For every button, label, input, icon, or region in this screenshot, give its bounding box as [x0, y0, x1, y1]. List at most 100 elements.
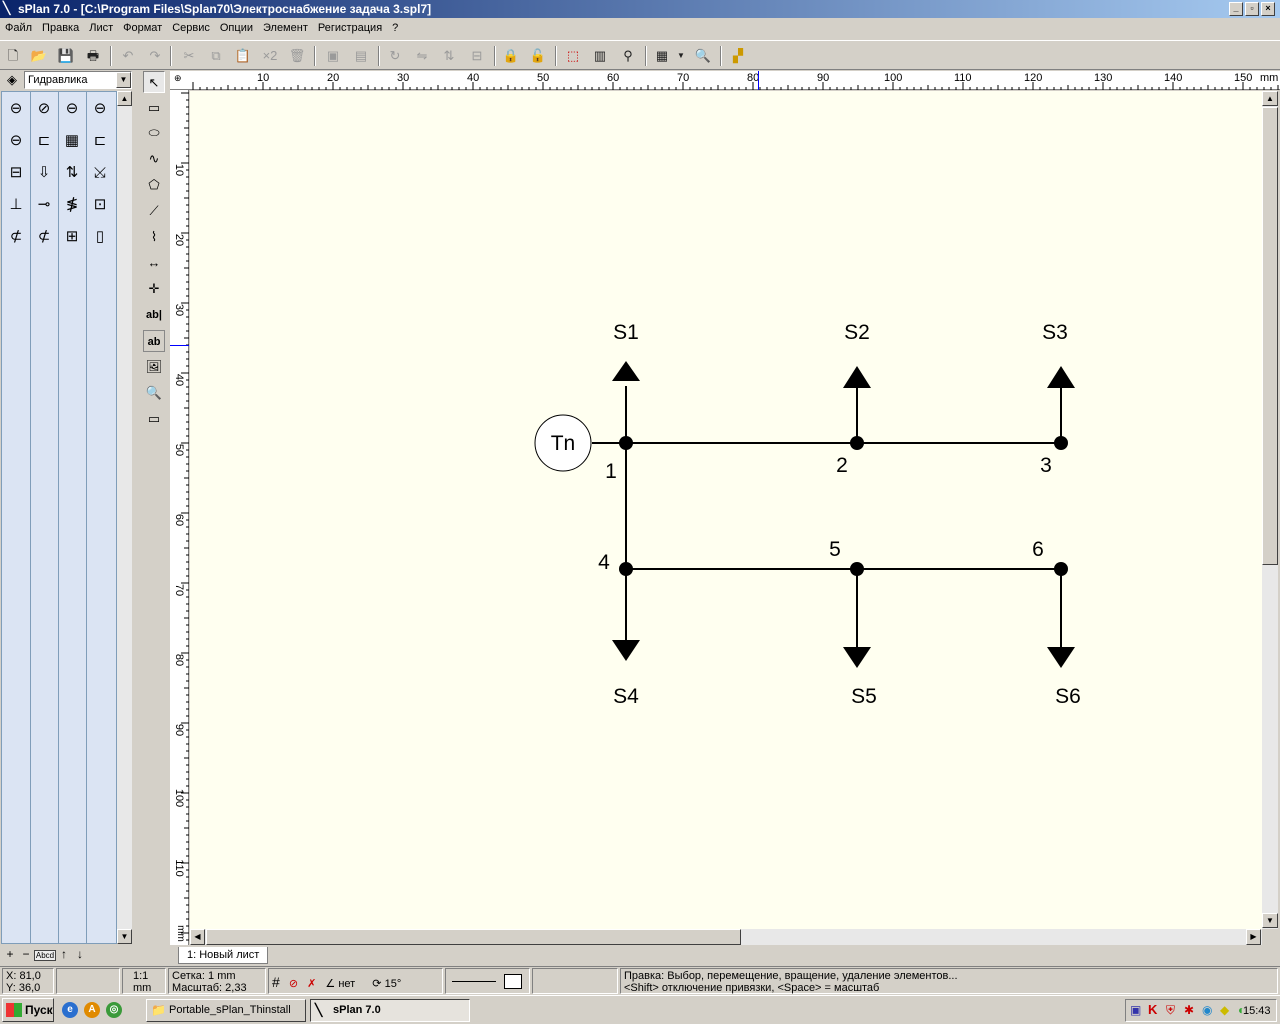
heater-symbol-icon[interactable]: ⊞: [58, 222, 86, 252]
rename-library-button[interactable]: Abcd: [34, 950, 56, 961]
drawing-canvas[interactable]: Tn S1 S2 S3 S4 S5 S6 1 2 3 4 5 6: [190, 91, 1262, 929]
canvas-horizontal-scrollbar[interactable]: ◀ ▶: [190, 929, 1262, 945]
library-select[interactable]: Гидравлика ▼: [24, 71, 132, 89]
update-tray-icon[interactable]: ◉: [1202, 1003, 1212, 1017]
cut-icon[interactable]: ✂: [178, 45, 200, 67]
new-file-icon[interactable]: 🗋: [2, 45, 24, 67]
snap-icon[interactable]: ⊘: [289, 978, 298, 990]
rotate-step-icon[interactable]: ⟳: [372, 978, 381, 990]
image-tool-icon[interactable]: 🖼: [143, 356, 165, 378]
throttle-2-symbol-icon[interactable]: ⊄: [30, 222, 58, 252]
scroll-down-icon[interactable]: ▼: [117, 929, 132, 944]
ie-quicklaunch-icon[interactable]: e: [62, 1002, 78, 1018]
chevron-down-icon[interactable]: ▼: [116, 72, 131, 88]
polygon-tool-icon[interactable]: ⬠: [143, 174, 165, 196]
spring-cylinder-symbol-icon[interactable]: ▦: [58, 126, 86, 156]
text-tool-button[interactable]: ab|: [143, 304, 165, 326]
pump-symbol-icon[interactable]: ⊖: [2, 94, 30, 124]
rectangle-tool-icon[interactable]: ▭: [143, 97, 165, 119]
motor-symbol-icon[interactable]: ⊖: [58, 94, 86, 124]
connection-point-tool-icon[interactable]: ✛: [143, 278, 165, 300]
save-icon[interactable]: 💾: [55, 45, 77, 67]
ungroup-icon[interactable]: ▤: [350, 45, 372, 67]
avast-quicklaunch-icon[interactable]: A: [84, 1002, 100, 1018]
print-icon[interactable]: 🖶: [82, 45, 104, 67]
clock[interactable]: 15:43: [1243, 1005, 1271, 1017]
ruler-corner-icon[interactable]: ⊕: [174, 73, 182, 84]
shield-tray-icon[interactable]: ⛨: [1166, 1003, 1175, 1018]
network-tray-icon[interactable]: ▣: [1130, 1003, 1141, 1017]
library-editor-icon[interactable]: ▞: [727, 45, 749, 67]
mirror-horizontal-icon[interactable]: ⇋: [411, 45, 433, 67]
sheet-tab-1[interactable]: 1: Новый лист: [178, 947, 269, 964]
chevron-down-icon[interactable]: ▼: [674, 45, 688, 67]
unlock-icon[interactable]: 🔓: [527, 45, 549, 67]
library-scrollbar[interactable]: ▲ ▼: [117, 91, 132, 944]
undo-icon[interactable]: ↶: [117, 45, 139, 67]
menu-element[interactable]: Элемент: [258, 18, 313, 38]
minimize-button[interactable]: _: [1229, 2, 1243, 16]
paste-icon[interactable]: 📋: [232, 45, 254, 67]
accumulator-symbol-icon[interactable]: ▯: [86, 222, 114, 252]
tank-symbol-icon[interactable]: ⊥: [2, 190, 30, 220]
variable-pump-symbol-icon[interactable]: ⊘: [30, 94, 58, 124]
power-tray-icon[interactable]: ◆: [1220, 1003, 1229, 1017]
fill-color-swatch[interactable]: [504, 974, 522, 989]
remove-library-button[interactable]: −: [18, 947, 34, 961]
menu-sheet[interactable]: Лист: [84, 18, 118, 38]
check-valve-symbol-icon[interactable]: ⊸: [30, 190, 58, 220]
scroll-up-icon[interactable]: ▲: [117, 91, 132, 106]
scroll-down-icon[interactable]: ▼: [1262, 913, 1278, 928]
task-splan[interactable]: ╲ sPlan 7.0: [310, 999, 470, 1022]
pointer-tool-icon[interactable]: ↖: [143, 71, 165, 93]
grid-toggle-icon[interactable]: #: [272, 974, 280, 990]
line-tool-icon[interactable]: ⟋: [143, 200, 165, 222]
dimension-tool-icon[interactable]: ↔: [143, 252, 165, 274]
align-icon[interactable]: ⊟: [466, 45, 488, 67]
zoom-fit-icon[interactable]: 🔍: [692, 45, 714, 67]
filter-symbol-icon[interactable]: ⊡: [86, 190, 114, 220]
start-button[interactable]: Пуск: [2, 998, 54, 1022]
select-area-icon[interactable]: ⬚: [562, 45, 584, 67]
text-frame-tool-button[interactable]: ab: [143, 330, 165, 352]
task-portable-splan[interactable]: 📁 Portable_sPlan_Thinstall: [146, 999, 306, 1022]
pump-motor-symbol-icon[interactable]: ⊖: [2, 126, 30, 156]
scroll-right-icon[interactable]: ▶: [1246, 929, 1261, 945]
angle-icon[interactable]: ∠: [325, 978, 335, 990]
relief-valve-symbol-icon[interactable]: ≸: [58, 190, 86, 220]
find-binoculars-icon[interactable]: ⚲: [617, 45, 639, 67]
delete-icon[interactable]: 🗑: [286, 45, 308, 67]
zoom-tool-icon[interactable]: 🔍: [143, 382, 165, 404]
duplicate-button[interactable]: ×2: [259, 45, 281, 67]
grid-icon[interactable]: ▦: [651, 45, 673, 67]
add-library-button[interactable]: +: [2, 947, 18, 961]
move-up-button[interactable]: ↑: [56, 947, 72, 961]
parts-list-icon[interactable]: ▥: [589, 45, 611, 67]
throttle-symbol-icon[interactable]: ⊄: [2, 222, 30, 252]
ellipse-tool-icon[interactable]: ⬭: [143, 122, 165, 144]
open-folder-icon[interactable]: 📂: [28, 45, 50, 67]
close-button[interactable]: ×: [1261, 2, 1275, 16]
lock-icon[interactable]: 🔒: [500, 45, 522, 67]
redo-icon[interactable]: ↷: [144, 45, 166, 67]
scroll-left-icon[interactable]: ◀: [190, 929, 205, 945]
mirror-vertical-icon[interactable]: ⇅: [438, 45, 460, 67]
motor-symbol-2-icon[interactable]: ⊖: [86, 94, 114, 124]
kaspersky-tray-icon[interactable]: K: [1148, 1002, 1157, 1017]
cylinder-symbol-icon[interactable]: ⊏: [30, 126, 58, 156]
double-cylinder-symbol-icon[interactable]: ⊏: [86, 126, 114, 156]
scroll-thumb[interactable]: [206, 929, 741, 945]
app-quicklaunch-icon[interactable]: ◎: [106, 1002, 122, 1018]
freehand-tool-icon[interactable]: ∿: [143, 148, 165, 170]
menu-help[interactable]: ?: [387, 18, 403, 38]
menu-registration[interactable]: Регистрация: [313, 18, 387, 38]
restore-button[interactable]: ▫: [1245, 2, 1259, 16]
valve-cross-symbol-icon[interactable]: ⤩: [86, 158, 114, 188]
rotate-icon[interactable]: ↻: [384, 45, 406, 67]
line-style-selector[interactable]: [445, 968, 530, 994]
scroll-thumb[interactable]: [1262, 107, 1278, 565]
copy-icon[interactable]: ⧉: [205, 45, 227, 67]
menu-service[interactable]: Сервис: [167, 18, 215, 38]
menu-format[interactable]: Формат: [118, 18, 167, 38]
measure-tool-icon[interactable]: ▭: [143, 408, 165, 430]
